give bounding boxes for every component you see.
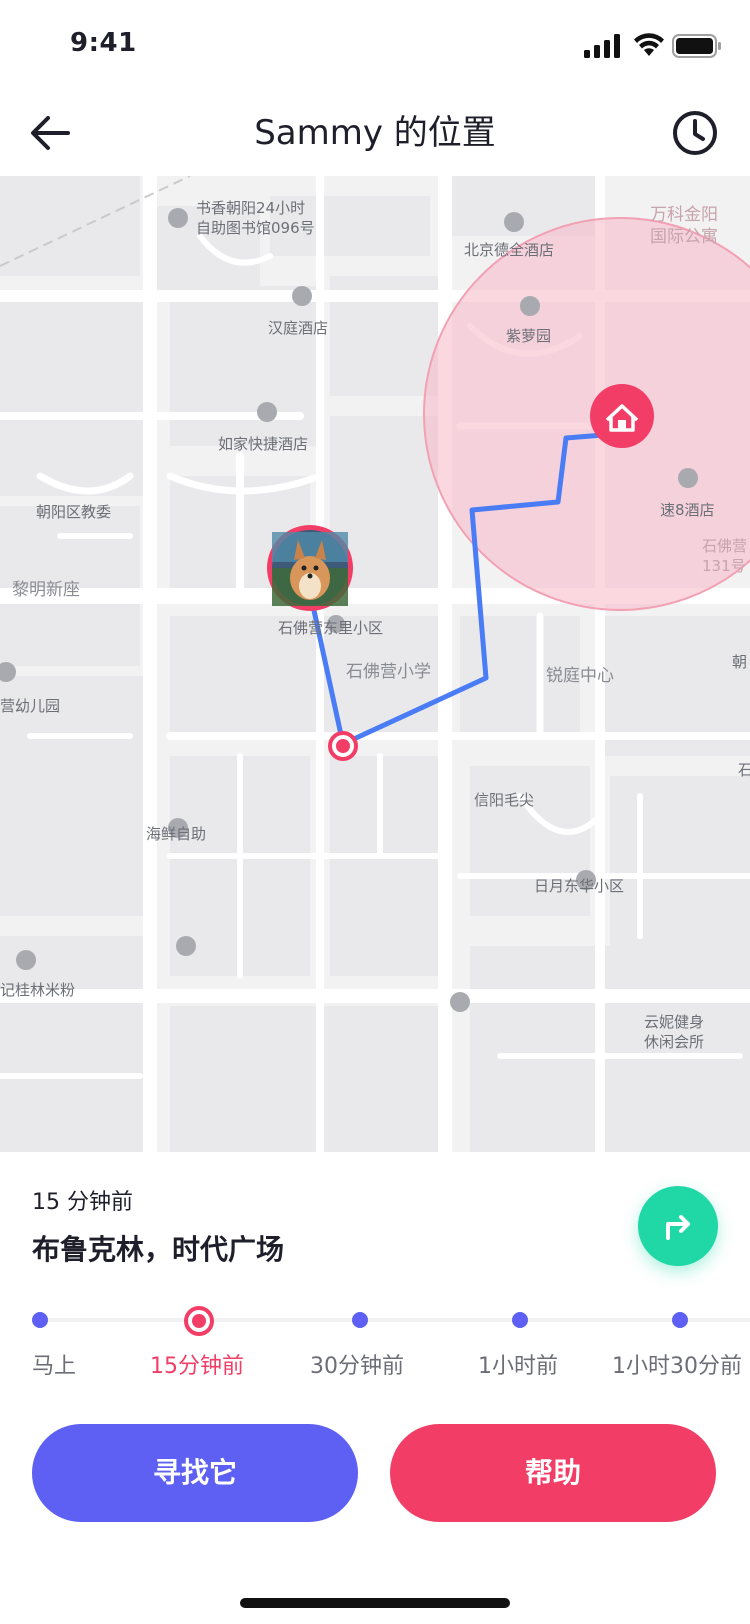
- pet-location-marker[interactable]: [267, 525, 353, 611]
- poi-label: 日月东华小区: [534, 877, 625, 895]
- cellular-signal-icon: [584, 34, 620, 58]
- poi-label: 汉庭酒店: [268, 319, 329, 337]
- timeline-point-active[interactable]: [184, 1306, 214, 1336]
- timeline-label[interactable]: 1小时30分前: [612, 1348, 742, 1380]
- timeline-point[interactable]: [672, 1312, 688, 1328]
- directions-arrow-icon: [666, 1215, 690, 1240]
- timeline-point[interactable]: [512, 1312, 528, 1328]
- poi-label: 朝阳区教委: [36, 503, 112, 521]
- timeline-point[interactable]: [32, 1312, 48, 1328]
- timeline-point[interactable]: [352, 1312, 368, 1328]
- poi-label: 朝: [732, 653, 748, 671]
- poi-label: 海鲜自助: [146, 825, 207, 843]
- poi-label: 云妮健身 休闲会所: [644, 1013, 705, 1051]
- timeline-label[interactable]: 30分钟前: [310, 1348, 404, 1380]
- battery-icon: [672, 34, 721, 58]
- wifi-icon: [634, 33, 664, 56]
- map-view[interactable]: 书香朝阳24小时 自助图书馆096号 北京德全酒店 万科金阳 国际公寓 汉庭酒店…: [0, 176, 750, 1152]
- timeline-label[interactable]: 1小时前: [478, 1348, 558, 1380]
- history-clock-icon[interactable]: [670, 108, 720, 158]
- home-marker[interactable]: [590, 384, 654, 448]
- timeline-track: [38, 1318, 750, 1322]
- poi-label: 石佛营小学: [346, 662, 431, 682]
- poi-label: 速8酒店: [660, 501, 715, 519]
- poi-label: 锐庭中心: [546, 666, 614, 686]
- poi-label: 营幼儿园: [0, 697, 61, 715]
- timeline-label[interactable]: 马上: [32, 1348, 76, 1380]
- poi-label: 石: [738, 761, 750, 779]
- location-address: 布鲁克林，时代广场: [32, 1233, 285, 1266]
- poi-label: 紫萝园: [506, 327, 552, 345]
- poi-label: 北京德全酒店: [464, 241, 555, 259]
- directions-button[interactable]: [638, 1186, 718, 1266]
- poi-label: 记桂林米粉: [0, 981, 76, 999]
- timeline-label-active[interactable]: 15分钟前: [150, 1348, 244, 1380]
- status-bar: 9:41: [0, 0, 750, 90]
- find-pet-button[interactable]: 寻找它: [32, 1424, 358, 1522]
- poi-label: 石佛营东里小区: [278, 619, 384, 637]
- help-button[interactable]: 帮助: [390, 1424, 716, 1522]
- poi-label: 黎明新座: [12, 580, 80, 600]
- poi-label: 书香朝阳24小时 自助图书馆096号: [196, 199, 315, 237]
- poi-label: 万科金阳 国际公寓: [650, 205, 718, 247]
- poi-label: 石佛营 131号: [702, 537, 748, 575]
- home-indicator: [240, 1598, 510, 1608]
- poi-label: 信阳毛尖: [474, 791, 535, 809]
- location-time-ago: 15 分钟前: [32, 1190, 133, 1215]
- poi-label: 如家快捷酒店: [218, 435, 309, 453]
- status-time: 9:41: [70, 28, 137, 58]
- page-title: Sammy 的位置: [254, 113, 496, 153]
